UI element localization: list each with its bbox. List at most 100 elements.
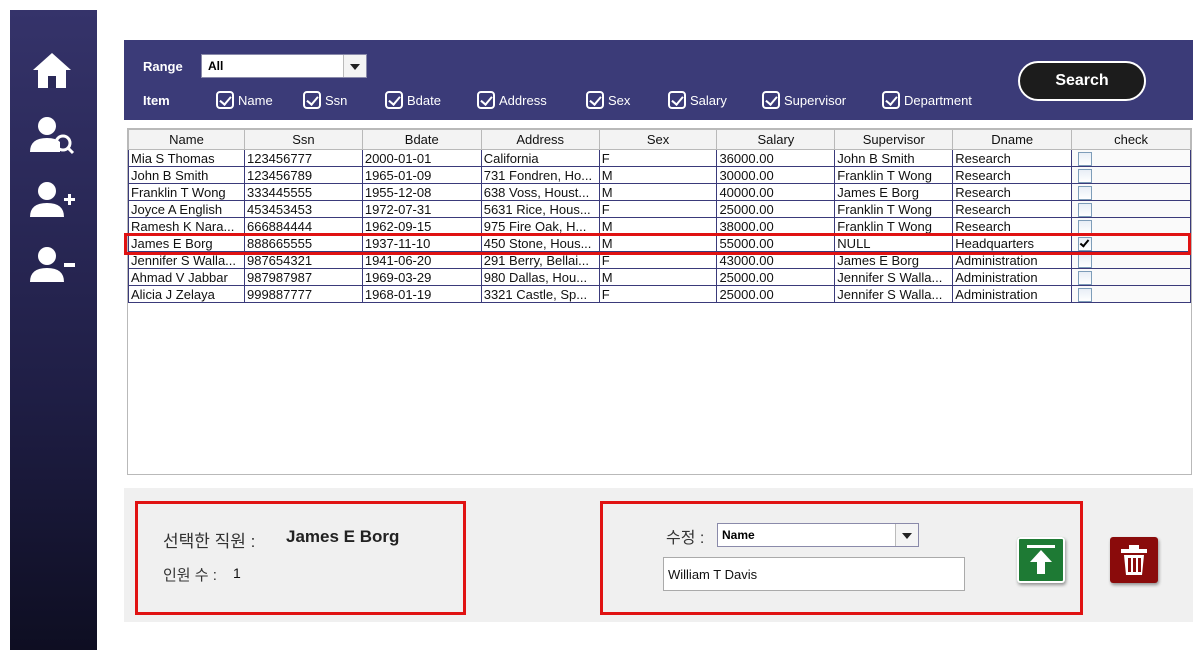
selected-row-highlight (124, 233, 1191, 255)
column-header[interactable]: Dname (952, 129, 1073, 150)
column-header[interactable]: Bdate (361, 129, 482, 150)
checkbox-department[interactable]: Department (882, 90, 972, 110)
checkbox-label: Ssn (325, 92, 348, 108)
range-select-value: All (208, 59, 224, 73)
modify-field-select[interactable]: Name (717, 523, 919, 547)
checkbox-sex[interactable]: Sex (586, 90, 630, 110)
table-row[interactable]: Ramesh K Nara... 666884444 1962-09-15 975 F… (128, 217, 1191, 235)
checkbox-supervisor[interactable]: Supervisor (762, 90, 846, 110)
range-select[interactable]: All (201, 54, 367, 78)
cell-sex: M (598, 166, 718, 184)
cell-supervisor: Jennifer S Walla... (834, 268, 954, 286)
checkbox-icon[interactable] (882, 91, 900, 109)
cell-address: 731 Fondren, Ho... (480, 166, 600, 184)
table-row[interactable]: Franklin T Wong 333445555 1955-12-08 638 Vo… (128, 183, 1191, 201)
modify-label: 수정 : (666, 530, 705, 547)
cell-address: 3321 Castle, Sp... (480, 285, 600, 303)
cell-bdate: 1969-03-29 (361, 268, 482, 286)
user-search-icon[interactable] (28, 112, 76, 156)
row-checkbox[interactable] (1078, 185, 1093, 200)
column-header[interactable]: Name (128, 129, 245, 150)
search-button[interactable]: Search (1018, 61, 1146, 101)
cell-address: California (480, 149, 600, 167)
cell-supervisor: Franklin T Wong (834, 217, 954, 235)
cell-name: Mia S Thomas (128, 149, 245, 167)
column-header[interactable]: Sex (598, 129, 718, 150)
column-header[interactable]: Supervisor (834, 129, 954, 150)
cell-sex: F (598, 200, 718, 218)
checkbox-icon[interactable] (477, 91, 495, 109)
user-remove-icon[interactable] (28, 243, 76, 287)
row-checkbox[interactable] (1078, 287, 1093, 302)
row-checkbox[interactable] (1078, 202, 1093, 217)
table-row[interactable]: Alicia J Zelaya 999887777 1968-01-19 3321 C… (128, 285, 1191, 303)
row-checkbox[interactable] (1078, 270, 1093, 285)
cell-name: Franklin T Wong (128, 183, 245, 201)
row-checkbox[interactable] (1078, 253, 1093, 268)
checkbox-label: Salary (690, 92, 727, 108)
checkbox-name[interactable]: Name (216, 90, 273, 110)
cell-ssn: 987987987 (243, 268, 363, 286)
table-row[interactable]: Mia S Thomas 123456777 2000-01-01 Californi… (128, 149, 1191, 167)
cell-bdate: 2000-01-01 (361, 149, 482, 167)
cell-ssn: 666884444 (243, 217, 363, 235)
cell-check (1071, 285, 1191, 303)
user-add-icon[interactable] (28, 178, 76, 222)
column-header[interactable]: Address (480, 129, 600, 150)
checkbox-icon[interactable] (303, 91, 321, 109)
selected-employee-label: 선택한 직원 : (163, 532, 256, 551)
cell-sex: M (598, 183, 718, 201)
cell-salary: 36000.00 (716, 149, 836, 167)
column-header[interactable]: check (1071, 129, 1191, 150)
column-header[interactable]: Ssn (243, 129, 363, 150)
cell-salary: 40000.00 (716, 183, 836, 201)
checkbox-salary[interactable]: Salary (668, 90, 727, 110)
checkbox-icon[interactable] (385, 91, 403, 109)
cell-sex: M (598, 268, 718, 286)
checkbox-icon[interactable] (586, 91, 604, 109)
cell-address: 5631 Rice, Hous... (480, 200, 600, 218)
cell-address: 975 Fire Oak, H... (480, 217, 600, 235)
modify-value-input[interactable] (663, 557, 965, 591)
cell-supervisor: James E Borg (834, 183, 954, 201)
chevron-down-icon[interactable] (343, 55, 366, 77)
checkbox-icon[interactable] (762, 91, 780, 109)
cell-dname: Research (952, 183, 1073, 201)
column-header[interactable]: Salary (716, 129, 836, 150)
table-row[interactable]: Joyce A English 453453453 1972-07-31 5631 R… (128, 200, 1191, 218)
checkbox-ssn[interactable]: Ssn (303, 90, 347, 110)
checkbox-bdate[interactable]: Bdate (385, 90, 441, 110)
table-row[interactable]: Ahmad V Jabbar 987987987 1969-03-29 980 Dal… (128, 268, 1191, 286)
cell-address: 980 Dallas, Hou... (480, 268, 600, 286)
checkbox-icon[interactable] (668, 91, 686, 109)
checkbox-icon[interactable] (216, 91, 234, 109)
cell-dname: Research (952, 166, 1073, 184)
sidebar (10, 10, 97, 650)
employee-count-value: 1 (233, 565, 241, 581)
home-icon[interactable] (28, 48, 76, 92)
cell-name: Joyce A English (128, 200, 245, 218)
cell-address: 638 Voss, Houst... (480, 183, 600, 201)
update-button[interactable] (1017, 537, 1065, 583)
cell-sex: F (598, 149, 718, 167)
cell-bdate: 1955-12-08 (361, 183, 482, 201)
selection-info-highlight (135, 501, 466, 615)
item-label: Item (143, 93, 170, 108)
checkbox-label: Name (238, 92, 273, 108)
table-row[interactable]: John B Smith 123456789 1965-01-09 731 Fondr… (128, 166, 1191, 184)
row-checkbox[interactable] (1078, 219, 1093, 234)
cell-supervisor: Jennifer S Walla... (834, 285, 954, 303)
cell-sex: M (598, 217, 718, 235)
chevron-down-icon[interactable] (895, 524, 918, 546)
cell-supervisor: Franklin T Wong (834, 166, 954, 184)
cell-dname: Administration (952, 268, 1073, 286)
cell-check (1071, 217, 1191, 235)
row-checkbox[interactable] (1078, 151, 1093, 166)
cell-salary: 30000.00 (716, 166, 836, 184)
cell-bdate: 1972-07-31 (361, 200, 482, 218)
checkbox-label: Supervisor (784, 92, 847, 108)
checkbox-address[interactable]: Address (477, 90, 547, 110)
row-checkbox[interactable] (1078, 168, 1093, 183)
checkbox-label: Address (499, 92, 547, 108)
delete-button[interactable] (1110, 537, 1158, 583)
